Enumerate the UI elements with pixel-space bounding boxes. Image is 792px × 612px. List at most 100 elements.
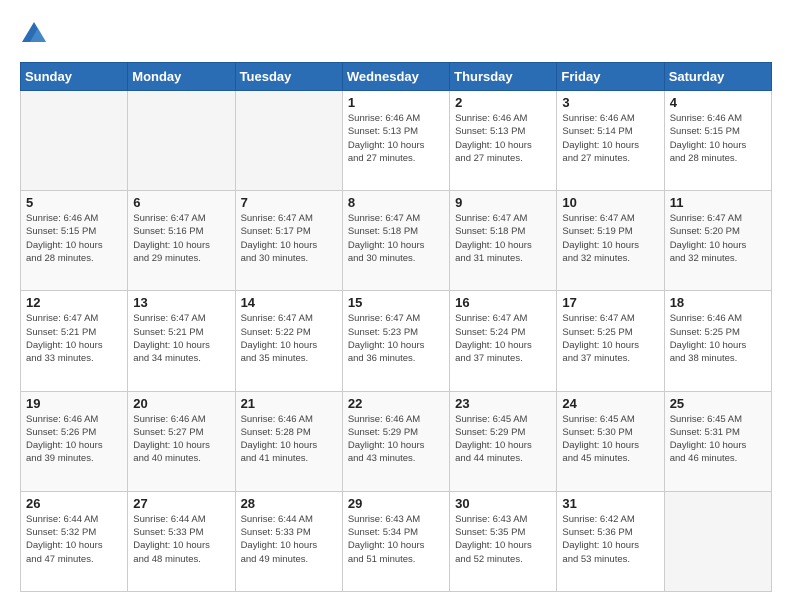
calendar-cell: 23 Sunrise: 6:45 AM Sunset: 5:29 PM Dayli…	[450, 391, 557, 491]
day-info: Sunrise: 6:46 AM Sunset: 5:28 PM Dayligh…	[241, 413, 337, 466]
calendar-cell: 8Sunrise: 6:47 AM Sunset: 5:18 PM Daylig…	[342, 191, 449, 291]
calendar-cell: 17Sunrise: 6:47 AM Sunset: 5:25 PM Dayli…	[557, 291, 664, 391]
day-number: 13	[133, 295, 229, 310]
day-number: 22	[348, 396, 444, 411]
calendar-cell: 9Sunrise: 6:47 AM Sunset: 5:18 PM Daylig…	[450, 191, 557, 291]
day-info: Sunrise: 6:47 AM Sunset: 5:19 PM Dayligh…	[562, 212, 658, 265]
day-number: 19	[26, 396, 122, 411]
calendar-cell: 1Sunrise: 6:46 AM Sunset: 5:13 PM Daylig…	[342, 91, 449, 191]
calendar-cell: 25 Sunrise: 6:45 AM Sunset: 5:31 PM Dayli…	[664, 391, 771, 491]
calendar-cell	[21, 91, 128, 191]
day-number: 20	[133, 396, 229, 411]
calendar-cell: 30 Sunrise: 6:43 AM Sunset: 5:35 PM Dayli…	[450, 491, 557, 591]
calendar-cell: 21Sunrise: 6:46 AM Sunset: 5:28 PM Dayli…	[235, 391, 342, 491]
day-info: Sunrise: 6:46 AM Sunset: 5:13 PM Dayligh…	[348, 112, 444, 165]
day-info: Sunrise: 6:47 AM Sunset: 5:22 PM Dayligh…	[241, 312, 337, 365]
calendar-cell: 16Sunrise: 6:47 AM Sunset: 5:24 PM Dayli…	[450, 291, 557, 391]
day-info: Sunrise: 6:45 AM Sunset: 5:31 PM Dayligh…	[670, 413, 766, 466]
day-info: Sunrise: 6:46 AM Sunset: 5:13 PM Dayligh…	[455, 112, 551, 165]
weekday-saturday: Saturday	[664, 63, 771, 91]
week-row-4: 19 Sunrise: 6:46 AM Sunset: 5:26 PM Dayli…	[21, 391, 772, 491]
day-info: Sunrise: 6:46 AM Sunset: 5:14 PM Dayligh…	[562, 112, 658, 165]
calendar-cell: 22 Sunrise: 6:46 AM Sunset: 5:29 PM Dayli…	[342, 391, 449, 491]
calendar-cell: 2 Sunrise: 6:46 AM Sunset: 5:13 PM Daylig…	[450, 91, 557, 191]
calendar-cell: 18 Sunrise: 6:46 AM Sunset: 5:25 PM Dayli…	[664, 291, 771, 391]
day-info: Sunrise: 6:45 AM Sunset: 5:30 PM Dayligh…	[562, 413, 658, 466]
day-info: Sunrise: 6:47 AM Sunset: 5:16 PM Dayligh…	[133, 212, 229, 265]
day-info: Sunrise: 6:46 AM Sunset: 5:25 PM Dayligh…	[670, 312, 766, 365]
calendar-cell: 27 Sunrise: 6:44 AM Sunset: 5:33 PM Dayli…	[128, 491, 235, 591]
day-number: 23	[455, 396, 551, 411]
day-number: 27	[133, 496, 229, 511]
weekday-header-row: SundayMondayTuesdayWednesdayThursdayFrid…	[21, 63, 772, 91]
day-info: Sunrise: 6:47 AM Sunset: 5:24 PM Dayligh…	[455, 312, 551, 365]
day-number: 30	[455, 496, 551, 511]
week-row-5: 26Sunrise: 6:44 AM Sunset: 5:32 PM Dayli…	[21, 491, 772, 591]
weekday-sunday: Sunday	[21, 63, 128, 91]
calendar-cell: 24 Sunrise: 6:45 AM Sunset: 5:30 PM Dayli…	[557, 391, 664, 491]
day-info: Sunrise: 6:46 AM Sunset: 5:27 PM Dayligh…	[133, 413, 229, 466]
day-number: 6	[133, 195, 229, 210]
week-row-2: 5 Sunrise: 6:46 AM Sunset: 5:15 PM Daylig…	[21, 191, 772, 291]
day-info: Sunrise: 6:43 AM Sunset: 5:34 PM Dayligh…	[348, 513, 444, 566]
day-info: Sunrise: 6:47 AM Sunset: 5:17 PM Dayligh…	[241, 212, 337, 265]
day-number: 14	[241, 295, 337, 310]
day-info: Sunrise: 6:46 AM Sunset: 5:29 PM Dayligh…	[348, 413, 444, 466]
weekday-monday: Monday	[128, 63, 235, 91]
day-info: Sunrise: 6:47 AM Sunset: 5:18 PM Dayligh…	[455, 212, 551, 265]
day-number: 18	[670, 295, 766, 310]
calendar-cell: 13Sunrise: 6:47 AM Sunset: 5:21 PM Dayli…	[128, 291, 235, 391]
weekday-tuesday: Tuesday	[235, 63, 342, 91]
day-number: 24	[562, 396, 658, 411]
calendar-cell: 28Sunrise: 6:44 AM Sunset: 5:33 PM Dayli…	[235, 491, 342, 591]
day-number: 3	[562, 95, 658, 110]
calendar-cell: 14 Sunrise: 6:47 AM Sunset: 5:22 PM Dayli…	[235, 291, 342, 391]
day-number: 11	[670, 195, 766, 210]
day-info: Sunrise: 6:42 AM Sunset: 5:36 PM Dayligh…	[562, 513, 658, 566]
calendar-cell: 20 Sunrise: 6:46 AM Sunset: 5:27 PM Dayli…	[128, 391, 235, 491]
calendar-cell: 3 Sunrise: 6:46 AM Sunset: 5:14 PM Daylig…	[557, 91, 664, 191]
calendar-cell: 31 Sunrise: 6:42 AM Sunset: 5:36 PM Dayli…	[557, 491, 664, 591]
logo-icon	[20, 20, 48, 48]
week-row-1: 1Sunrise: 6:46 AM Sunset: 5:13 PM Daylig…	[21, 91, 772, 191]
day-info: Sunrise: 6:47 AM Sunset: 5:23 PM Dayligh…	[348, 312, 444, 365]
day-info: Sunrise: 6:47 AM Sunset: 5:21 PM Dayligh…	[26, 312, 122, 365]
day-info: Sunrise: 6:43 AM Sunset: 5:35 PM Dayligh…	[455, 513, 551, 566]
day-number: 10	[562, 195, 658, 210]
day-number: 4	[670, 95, 766, 110]
calendar-cell: 7 Sunrise: 6:47 AM Sunset: 5:17 PM Daylig…	[235, 191, 342, 291]
calendar-cell: 4 Sunrise: 6:46 AM Sunset: 5:15 PM Daylig…	[664, 91, 771, 191]
calendar-cell	[128, 91, 235, 191]
calendar-cell: 10 Sunrise: 6:47 AM Sunset: 5:19 PM Dayli…	[557, 191, 664, 291]
day-number: 7	[241, 195, 337, 210]
logo	[20, 20, 52, 48]
day-info: Sunrise: 6:44 AM Sunset: 5:32 PM Dayligh…	[26, 513, 122, 566]
day-number: 25	[670, 396, 766, 411]
day-number: 2	[455, 95, 551, 110]
calendar-cell	[235, 91, 342, 191]
calendar-cell: 29Sunrise: 6:43 AM Sunset: 5:34 PM Dayli…	[342, 491, 449, 591]
day-info: Sunrise: 6:44 AM Sunset: 5:33 PM Dayligh…	[133, 513, 229, 566]
day-info: Sunrise: 6:46 AM Sunset: 5:26 PM Dayligh…	[26, 413, 122, 466]
calendar-cell: 15 Sunrise: 6:47 AM Sunset: 5:23 PM Dayli…	[342, 291, 449, 391]
weekday-friday: Friday	[557, 63, 664, 91]
day-number: 5	[26, 195, 122, 210]
calendar-table: SundayMondayTuesdayWednesdayThursdayFrid…	[20, 62, 772, 592]
header	[20, 20, 772, 48]
calendar-cell: 19 Sunrise: 6:46 AM Sunset: 5:26 PM Dayli…	[21, 391, 128, 491]
day-number: 12	[26, 295, 122, 310]
week-row-3: 12 Sunrise: 6:47 AM Sunset: 5:21 PM Dayli…	[21, 291, 772, 391]
weekday-thursday: Thursday	[450, 63, 557, 91]
calendar-cell: 12 Sunrise: 6:47 AM Sunset: 5:21 PM Dayli…	[21, 291, 128, 391]
day-number: 15	[348, 295, 444, 310]
calendar-cell: 11Sunrise: 6:47 AM Sunset: 5:20 PM Dayli…	[664, 191, 771, 291]
day-number: 31	[562, 496, 658, 511]
calendar-cell: 26Sunrise: 6:44 AM Sunset: 5:32 PM Dayli…	[21, 491, 128, 591]
day-number: 17	[562, 295, 658, 310]
weekday-wednesday: Wednesday	[342, 63, 449, 91]
day-number: 8	[348, 195, 444, 210]
calendar-cell	[664, 491, 771, 591]
day-info: Sunrise: 6:46 AM Sunset: 5:15 PM Dayligh…	[26, 212, 122, 265]
day-info: Sunrise: 6:46 AM Sunset: 5:15 PM Dayligh…	[670, 112, 766, 165]
day-info: Sunrise: 6:45 AM Sunset: 5:29 PM Dayligh…	[455, 413, 551, 466]
